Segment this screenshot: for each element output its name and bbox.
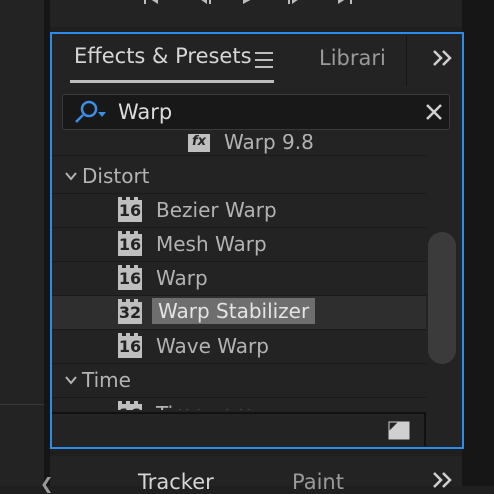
bit-depth-badge: 16	[118, 333, 142, 358]
list-item[interactable]: 16 Timewarp	[52, 398, 426, 410]
search-icon[interactable]	[72, 100, 112, 124]
list-item-label: Bezier Warp	[156, 198, 277, 222]
search-input[interactable]	[118, 98, 408, 126]
category-distort[interactable]: Distort	[52, 160, 426, 194]
close-icon[interactable]	[425, 103, 443, 121]
tab-paint[interactable]: Paint	[292, 470, 344, 494]
list-item-label: Mesh Warp	[156, 232, 267, 256]
list-item[interactable]: fx Warp 9.8	[52, 134, 426, 156]
fx-icon: fx	[188, 134, 210, 152]
list-item[interactable]: 16 Bezier Warp	[52, 194, 426, 228]
active-tab-indicator	[70, 80, 274, 83]
list-item-label: Wave Warp	[156, 334, 269, 358]
category-label: Distort	[82, 164, 150, 188]
list-item-label: Timewarp	[156, 402, 254, 410]
tab-tracker[interactable]: Tracker	[138, 470, 214, 494]
more-tabs-icon[interactable]	[431, 470, 453, 490]
bit-depth-badge: 16	[118, 401, 142, 410]
list-item-label: Warp 9.8	[224, 134, 314, 154]
list-item[interactable]: 16 Warp	[52, 262, 426, 296]
list-item[interactable]: 16 Wave Warp	[52, 330, 426, 364]
chevron-down-icon[interactable]	[64, 373, 78, 387]
left-panel	[0, 0, 44, 486]
panel-menu-icon[interactable]	[255, 52, 273, 68]
preview-panel	[50, 0, 462, 27]
bit-depth-badge: 16	[118, 231, 142, 256]
effects-list: fx Warp 9.8 Distort 16 Bezier Warp 16 Me…	[52, 134, 426, 410]
next-frame-icon[interactable]	[286, 0, 304, 6]
first-frame-icon[interactable]	[142, 0, 160, 6]
last-frame-icon[interactable]	[336, 0, 354, 6]
bit-depth-badge: 16	[118, 265, 142, 290]
panel-separator-right[interactable]	[462, 0, 494, 486]
tab-divider	[406, 36, 407, 86]
list-item-label: Warp	[156, 266, 208, 290]
category-label: Time	[82, 368, 131, 392]
list-item-label: Warp Stabilizer	[152, 298, 316, 324]
lower-panel	[50, 456, 462, 486]
category-time[interactable]: Time	[52, 364, 426, 398]
play-icon[interactable]	[240, 0, 258, 6]
list-item[interactable]: 16 Mesh Warp	[52, 228, 426, 262]
list-item-selected[interactable]: 32 Warp Stabilizer	[52, 296, 426, 330]
more-tabs-icon[interactable]	[431, 48, 453, 68]
chevron-down-icon[interactable]	[64, 169, 78, 183]
bit-depth-badge: 32	[118, 299, 142, 324]
new-bin-icon[interactable]	[386, 419, 412, 441]
left-panel-divider	[0, 404, 44, 405]
panel-footer	[52, 412, 426, 446]
bit-depth-badge: 16	[118, 197, 142, 222]
chevron-left-icon[interactable]: ❮	[40, 474, 53, 493]
tab-libraries[interactable]: Librari	[319, 46, 386, 70]
scrollbar-thumb[interactable]	[428, 232, 456, 364]
previous-frame-icon[interactable]	[195, 0, 213, 6]
tab-effects-presets[interactable]: Effects & Presets	[74, 44, 252, 68]
